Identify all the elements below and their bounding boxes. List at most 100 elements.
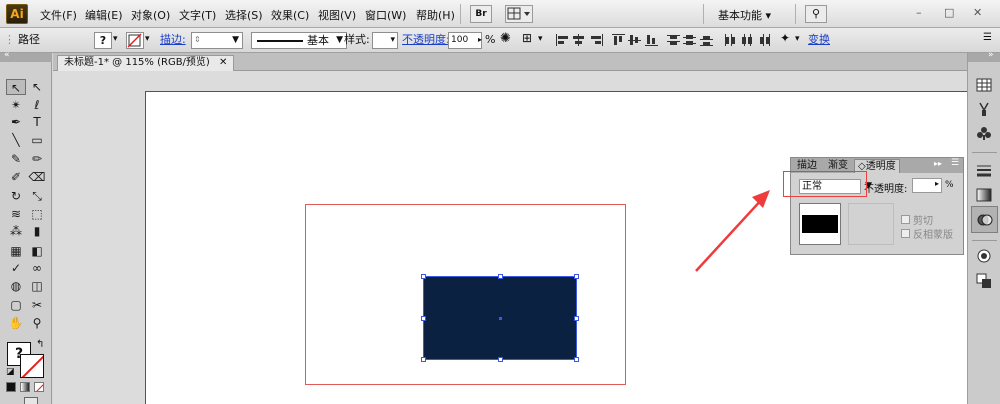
lasso-tool[interactable]: ℓ bbox=[27, 97, 47, 113]
fill-color-swatch[interactable]: ? bbox=[94, 32, 112, 49]
transparency-panel-button[interactable] bbox=[971, 206, 998, 233]
control-bar-menu-icon[interactable]: ☰ bbox=[983, 30, 992, 47]
selected-rectangle[interactable] bbox=[421, 274, 579, 362]
menu-window[interactable]: 窗口(W) bbox=[365, 7, 406, 23]
menu-effect[interactable]: 效果(C) bbox=[271, 7, 309, 23]
menu-help[interactable]: 帮助(H) bbox=[416, 7, 455, 23]
graphic-styles-icon[interactable] bbox=[976, 273, 992, 289]
artboard-tool[interactable]: ▢ bbox=[6, 297, 26, 313]
resize-handle-left[interactable] bbox=[421, 316, 426, 321]
close-button[interactable]: ✕ bbox=[973, 6, 982, 19]
opacity-link[interactable]: 不透明度: bbox=[402, 32, 450, 49]
menu-object[interactable]: 对象(O) bbox=[131, 7, 170, 23]
menu-view[interactable]: 视图(V) bbox=[318, 7, 356, 23]
chevron-down-icon[interactable]: ▾ bbox=[795, 32, 800, 49]
appearance-icon[interactable] bbox=[976, 248, 992, 264]
menu-type[interactable]: 文字(T) bbox=[179, 7, 216, 23]
distribute-vertical-center-icon[interactable] bbox=[683, 34, 697, 46]
isolate-selected-icon[interactable]: ✦ bbox=[780, 31, 790, 48]
chevron-down-icon[interactable]: ▾ bbox=[538, 32, 543, 49]
blob-brush-tool[interactable]: ✐ bbox=[6, 169, 26, 185]
distribute-right-icon[interactable] bbox=[758, 34, 772, 46]
chevron-down-icon[interactable]: ▾ bbox=[145, 32, 150, 49]
transform-link[interactable]: 变换 bbox=[808, 32, 830, 49]
align-to-selection-icon[interactable]: ⊞ bbox=[522, 31, 532, 48]
collapse-panel-icon[interactable]: ▸▸ bbox=[934, 159, 942, 168]
align-bottom-icon[interactable] bbox=[645, 34, 659, 46]
free-transform-tool[interactable]: ⬚ bbox=[27, 206, 47, 222]
close-tab-icon[interactable]: ✕ bbox=[219, 57, 227, 68]
eraser-tool[interactable]: ⌫ bbox=[27, 169, 47, 185]
resize-handle-right[interactable] bbox=[574, 316, 579, 321]
align-top-icon[interactable] bbox=[612, 34, 626, 46]
swatches-icon[interactable] bbox=[976, 77, 992, 93]
gradient-tool[interactable]: ◧ bbox=[27, 243, 47, 259]
resize-handle-top[interactable] bbox=[498, 274, 503, 279]
warp-tool[interactable]: ≋ bbox=[6, 206, 26, 222]
hand-tool[interactable]: ✋ bbox=[6, 315, 26, 331]
blend-tool[interactable]: ∞ bbox=[27, 260, 47, 276]
opacity-field[interactable]: ▸ bbox=[912, 178, 942, 193]
direct-selection-tool[interactable]: ↖ bbox=[27, 79, 47, 95]
zoom-tool[interactable]: ⚲ bbox=[27, 315, 47, 331]
chevron-right-icon[interactable]: ▸ bbox=[478, 32, 482, 49]
color-mode-button[interactable] bbox=[6, 382, 16, 392]
stepper-icon[interactable]: ⇕ bbox=[194, 32, 201, 47]
pen-tool[interactable]: ✒ bbox=[6, 114, 26, 130]
panel-menu-icon[interactable]: ☰ bbox=[951, 158, 959, 168]
swap-fill-stroke-icon[interactable]: ↰ bbox=[36, 339, 44, 350]
selection-tool[interactable]: ↖ bbox=[6, 79, 26, 95]
stroke-profile-dropdown[interactable]: 基本 ▼ bbox=[251, 32, 347, 49]
brushes-icon[interactable] bbox=[976, 101, 992, 117]
artwork-thumbnail[interactable] bbox=[799, 203, 841, 245]
align-right-icon[interactable] bbox=[590, 34, 604, 46]
dock-header[interactable]: » bbox=[968, 50, 1000, 62]
mesh-tool[interactable]: ▦ bbox=[6, 243, 26, 259]
opacity-field[interactable]: 100 bbox=[448, 32, 482, 49]
collapse-icon[interactable]: « bbox=[4, 50, 10, 60]
invert-mask-checkbox[interactable] bbox=[901, 229, 910, 238]
column-graph-tool[interactable]: ▮ bbox=[27, 223, 47, 239]
resize-handle-bottom[interactable] bbox=[498, 357, 503, 362]
slice-tool[interactable]: ✂ bbox=[27, 297, 47, 313]
stroke-weight-field[interactable]: ⇕ ▼ bbox=[191, 32, 243, 49]
minimize-button[interactable]: – bbox=[916, 6, 922, 19]
stroke-panel-icon[interactable] bbox=[976, 163, 992, 179]
scale-tool[interactable]: ⤡ bbox=[27, 188, 47, 204]
bridge-button[interactable]: Br bbox=[470, 5, 492, 23]
distribute-horizontal-center-icon[interactable] bbox=[741, 34, 755, 46]
search-button[interactable]: ⚲ bbox=[805, 5, 827, 23]
chevron-right-icon[interactable]: ▸ bbox=[935, 179, 939, 188]
distribute-top-icon[interactable] bbox=[667, 34, 681, 46]
clip-checkbox[interactable] bbox=[901, 215, 910, 224]
default-fill-stroke-icon[interactable]: ◪ bbox=[6, 367, 15, 377]
graphic-style-swatch[interactable]: ▾ bbox=[372, 32, 398, 49]
live-paint-selection-tool[interactable]: ◫ bbox=[27, 278, 47, 294]
expand-icon[interactable]: » bbox=[988, 50, 994, 60]
symbol-sprayer-tool[interactable]: ⁂ bbox=[6, 223, 26, 239]
resize-handle-bottom-right[interactable] bbox=[574, 357, 579, 362]
resize-handle-bottom-left[interactable] bbox=[421, 357, 426, 362]
rotate-tool[interactable]: ↻ bbox=[6, 188, 26, 204]
document-tab[interactable]: 未标题-1* @ 115% (RGB/预览) ✕ bbox=[57, 55, 235, 71]
none-mode-button[interactable] bbox=[34, 382, 44, 392]
resize-handle-top-left[interactable] bbox=[421, 274, 426, 279]
align-horizontal-center-icon[interactable] bbox=[572, 34, 586, 46]
menu-select[interactable]: 选择(S) bbox=[225, 7, 263, 23]
magic-wand-tool[interactable]: ✴ bbox=[6, 97, 26, 113]
gradient-panel-icon[interactable] bbox=[976, 187, 992, 203]
arrange-documents-button[interactable] bbox=[505, 5, 533, 23]
resize-handle-top-right[interactable] bbox=[574, 274, 579, 279]
tools-panel-header[interactable]: « bbox=[0, 50, 52, 62]
paintbrush-tool[interactable]: ✎ bbox=[6, 151, 26, 167]
screen-mode-button[interactable] bbox=[24, 397, 38, 404]
symbols-icon[interactable] bbox=[976, 125, 992, 141]
gradient-mode-button[interactable] bbox=[20, 382, 30, 392]
chevron-down-icon[interactable]: ▾ bbox=[113, 32, 118, 49]
stroke-weight-link[interactable]: 描边: bbox=[160, 32, 186, 49]
menu-file[interactable]: 文件(F) bbox=[40, 7, 77, 23]
type-tool[interactable]: T bbox=[27, 114, 47, 130]
recolor-artwork-icon[interactable]: ✺ bbox=[500, 31, 511, 48]
menu-edit[interactable]: 编辑(E) bbox=[85, 7, 123, 23]
mask-thumbnail-area[interactable] bbox=[848, 203, 894, 245]
